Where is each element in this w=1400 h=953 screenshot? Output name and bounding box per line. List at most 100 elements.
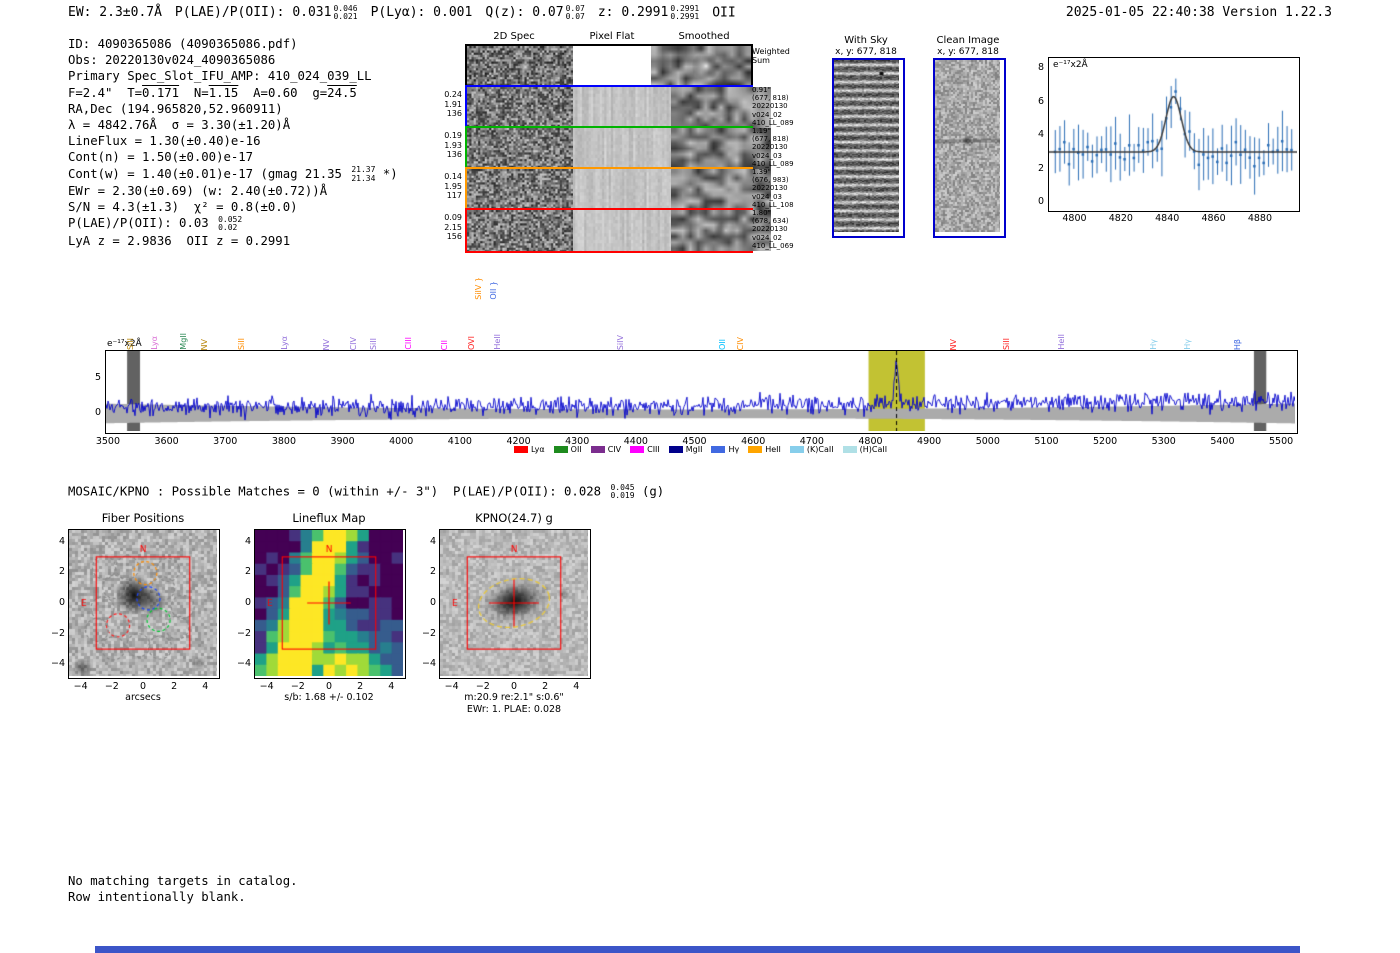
- fiber-positions-xlabel: arcsecs: [125, 692, 161, 703]
- spectrum-y-tick: 0: [94, 407, 101, 418]
- fiber3-id: 117: [446, 191, 462, 200]
- fiber1-weight-labels: 0.24 1.91 136: [436, 90, 462, 119]
- fiber2-id: 136: [446, 150, 462, 159]
- fiber4-2dspec-image: [467, 210, 574, 251]
- fiber4-weight: 0.09: [444, 213, 462, 222]
- kpno-g-x-tick: 4: [573, 681, 580, 692]
- fiber1-xy: (677, 818): [752, 94, 789, 103]
- lineflux-map-title: Lineflux Map: [292, 511, 366, 525]
- line-label-HeII: HeII: [493, 334, 502, 350]
- fiber4-date: 20220130: [752, 225, 788, 234]
- kpno-xlabel: m:20.9 re:2.1" s:0.6": [464, 692, 564, 703]
- spectrum-flux-units-label: e⁻¹⁷x2Å: [107, 339, 142, 349]
- full-spectrum-plot: [105, 350, 1298, 434]
- col-header-pixelflat: Pixel Flat: [589, 31, 635, 42]
- kpno-g-y-tick: 2: [429, 566, 436, 578]
- lineflux-map-xlabel: s/b: 1.68 +/- 0.102: [284, 692, 374, 703]
- fiber3-detail-labels: 1.39" (676, 983) 20220130 v024_03 410_LL…: [752, 168, 814, 209]
- with-sky-image-frame: [832, 58, 905, 238]
- qz-value: Q(z): 0.07: [485, 5, 564, 21]
- plae-poii-value: P(LAE)/P(OII): 0.031: [174, 5, 332, 21]
- z-uncertainty: 0.2991 0.2991: [670, 4, 700, 22]
- plae-poii-group: P(LAE)/P(OII): 0.031 0.046 0.021: [174, 4, 358, 22]
- qz-uncertainty: 0.07 0.07: [566, 4, 585, 22]
- frame-stats-mid1: N=: [179, 85, 209, 100]
- spectrum-x-tick: 4100: [447, 436, 472, 447]
- line-fit-canvas: [1049, 58, 1297, 209]
- fit-y-tick: 2: [1037, 162, 1044, 174]
- info-id: ID: 4090365086 (4090365086.pdf): [68, 37, 298, 51]
- col-header-2dspec: 2D Spec: [493, 31, 535, 42]
- z-lo: 0.2991: [670, 12, 700, 22]
- legend-swatch: [590, 446, 605, 453]
- n-value: 1.15: [208, 85, 239, 100]
- mosaic-uncertainty: 0.045 0.019: [610, 483, 635, 501]
- weighted-smoothed-image: [651, 46, 751, 87]
- line-label-OII: OII }: [488, 281, 498, 300]
- line-label-MgII: MgII: [178, 333, 188, 350]
- kpno-g-y-tick: 4: [429, 535, 436, 547]
- spectrum-x-tick: 5400: [1210, 436, 1235, 447]
- z-value: z: 0.2991: [597, 5, 669, 21]
- fiber1-seeing: 1.91: [444, 99, 462, 109]
- spectrum-x-tick: 5000: [975, 436, 1000, 447]
- spectrum-x-tick: 3600: [154, 436, 179, 447]
- fiber1-weight: 0.24: [444, 90, 462, 99]
- line-label-CII: CII: [439, 339, 449, 350]
- spectrum-x-tick: 5200: [1093, 436, 1118, 447]
- ew-value: EW: 2.3±0.7Å: [68, 5, 162, 21]
- info-sn-chi: S/N = 4.3(±1.3) χ² = 0.8(±0.0): [68, 200, 298, 215]
- fiber2-amp: 410_LL_089: [752, 159, 794, 168]
- lineflux-map-y-tick: 2: [244, 566, 251, 578]
- line-label-SiIV: SiIV: [615, 334, 625, 350]
- kpno-xlabel2: EWr: 1. PLAE: 0.028: [466, 704, 562, 715]
- spectrum-x-tick: 5300: [1151, 436, 1176, 447]
- fit-y-tick: 8: [1037, 62, 1044, 74]
- fiber2-dist: 1.19": [752, 127, 771, 135]
- line-label-NV: NV: [200, 338, 210, 350]
- fiber3-weight: 0.14: [444, 172, 462, 181]
- spectrum-x-tick: 4400: [623, 436, 648, 447]
- fit-y-tick: 4: [1037, 129, 1044, 141]
- fiber2-weight-labels: 0.19 1.93 136: [436, 131, 462, 160]
- plae-poii-uncertainty: 0.046 0.021: [333, 4, 357, 22]
- spectrum-x-tick: 4000: [389, 436, 414, 447]
- clean-image-title: Clean Image: [936, 35, 1000, 46]
- mosaic-lo: 0.019: [610, 491, 635, 501]
- fiber-positions-y-tick: −4: [50, 658, 65, 670]
- fiber2-2dspec-image: [467, 128, 574, 169]
- kpno-g-y-tick: −2: [421, 627, 436, 639]
- lineflux-map-canvas: [255, 530, 403, 676]
- fiber-positions-title: Fiber Positions: [101, 511, 185, 525]
- elixer-report: EW: 2.3±0.7Å P(LAE)/P(OII): 0.031 0.046 0.0…: [0, 0, 1400, 953]
- spectrum-x-tick: 3700: [213, 436, 238, 447]
- legend-swatch: [553, 446, 568, 453]
- info-radec: RA,Dec (194.965820,52.960911): [68, 101, 283, 116]
- spec2d-row-fiber4: [465, 208, 771, 253]
- fiber4-shot: v024_02: [752, 233, 782, 242]
- legend-swatch: [748, 446, 763, 453]
- line-label-Lyα: Lyα: [280, 336, 290, 350]
- info-plae: P(LAE)/P(OII): 0.03 0.052 0.02: [68, 215, 398, 232]
- legend-swatch: [630, 446, 645, 453]
- line-label-OVI: OVI: [466, 336, 476, 350]
- col-header-smoothed: Smoothed: [678, 31, 730, 42]
- fiber1-2dspec-image: [467, 87, 574, 128]
- lineflux-map-y-tick: −2: [236, 627, 251, 639]
- kpno-g-y-tick: 0: [429, 597, 436, 608]
- lineflux-map-plot: [254, 529, 406, 679]
- info-z-solutions: LyA z = 2.9836 OII z = 0.2991: [68, 233, 291, 248]
- fiber1-shot: v024_02: [752, 110, 782, 119]
- line-label-HeII: HeII: [1056, 334, 1066, 350]
- fit-x-tick: 4880: [1247, 213, 1272, 224]
- fiber-positions-y-tick: 0: [58, 597, 65, 608]
- spectrum-x-tick: 3500: [95, 436, 121, 447]
- fiber3-date: 20220130: [752, 184, 788, 193]
- cont-w-lo: 21.34: [351, 173, 376, 183]
- fiber-positions-y-tick: 4: [58, 535, 65, 547]
- gmag-value: 24.5: [327, 85, 357, 100]
- fiber4-amp: 410_LL_069: [752, 241, 794, 250]
- line-label-NV: NV: [949, 338, 959, 350]
- kpno-title: KPNO(24.7) g: [475, 511, 553, 525]
- fiber2-date: 20220130: [752, 143, 788, 152]
